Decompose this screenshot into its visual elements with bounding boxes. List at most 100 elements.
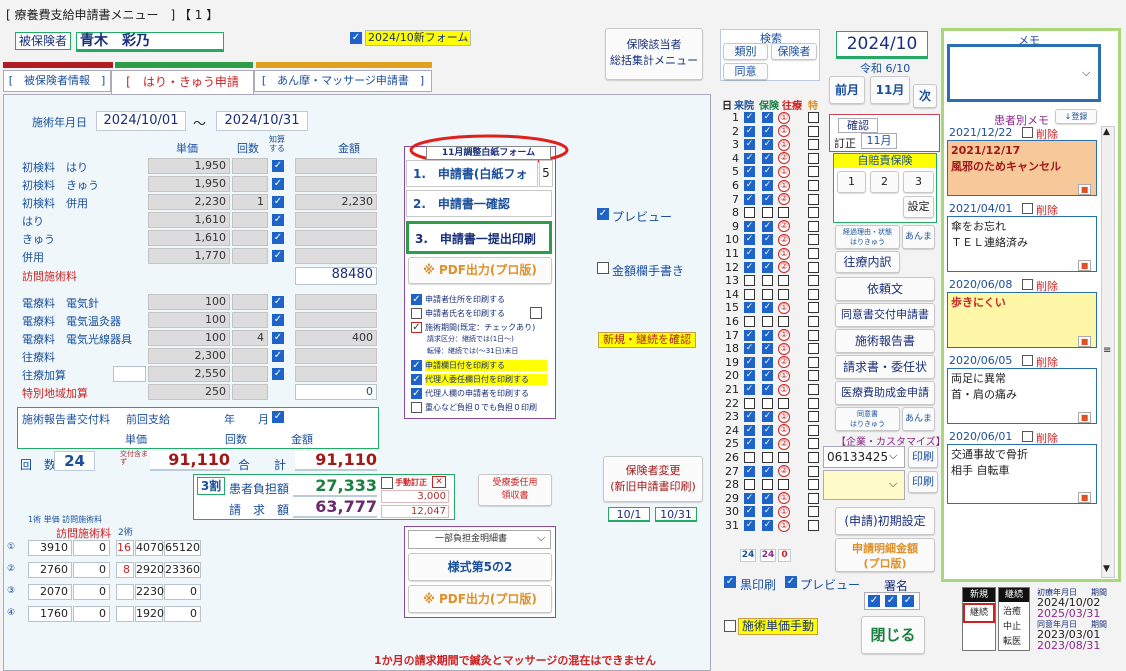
cal-ouryo-box[interactable] bbox=[778, 452, 789, 463]
keika-anma-button[interactable]: あんま bbox=[902, 225, 935, 249]
cal-special-box[interactable] bbox=[808, 452, 819, 463]
jibai-1-button[interactable]: 1 bbox=[837, 171, 866, 193]
visit-cell-c[interactable]: 8 bbox=[116, 562, 134, 578]
manual-value-1[interactable]: 3,000 bbox=[381, 490, 449, 503]
cal-insurance-checkbox[interactable] bbox=[762, 207, 773, 219]
scroll-up-icon[interactable]: ▲ bbox=[1103, 127, 1110, 137]
cal-visit-checkbox[interactable]: ✓ bbox=[744, 152, 755, 164]
cal-visit-checkbox[interactable]: ✓ bbox=[744, 193, 755, 205]
cal-insurance-checkbox[interactable]: ✓ bbox=[762, 506, 773, 518]
cal-insurance-checkbox[interactable] bbox=[762, 288, 773, 300]
manual-price-checkbox[interactable] bbox=[724, 620, 736, 632]
adjust-form-button[interactable]: 11月調整白紙フォーム bbox=[426, 146, 551, 160]
request-letter-button[interactable]: 依頼文 bbox=[835, 277, 935, 301]
cal-special-box[interactable] bbox=[808, 152, 819, 164]
elec-row-count[interactable] bbox=[232, 366, 268, 382]
outcome-continue[interactable]: 継続 bbox=[999, 588, 1029, 602]
cal-ouryo-mark[interactable]: ① bbox=[778, 165, 790, 178]
cal-insurance-checkbox[interactable]: ✓ bbox=[762, 520, 773, 531]
cal-ouryo-mark[interactable]: ② bbox=[778, 437, 790, 450]
tab-insured-info[interactable]: [ 被保険者情報 ] bbox=[3, 70, 111, 92]
cal-visit-checkbox[interactable]: ✓ bbox=[744, 112, 755, 123]
signature-checkbox-2[interactable]: ✓ bbox=[885, 595, 897, 607]
cal-insurance-checkbox[interactable] bbox=[762, 452, 773, 463]
burden-ratio[interactable]: 3割 bbox=[197, 477, 225, 495]
signature-checkbox-1[interactable]: ✓ bbox=[868, 595, 880, 607]
cal-insurance-checkbox[interactable]: ✓ bbox=[762, 193, 773, 205]
cal-ouryo-mark[interactable]: ② bbox=[778, 233, 790, 246]
cal-special-box[interactable] bbox=[808, 343, 819, 355]
date-start-button[interactable]: 10/1 bbox=[608, 507, 650, 522]
print-option-checkbox[interactable]: ✓ bbox=[411, 388, 422, 399]
jibai-settings-button[interactable]: 設定 bbox=[903, 196, 934, 218]
cal-insurance-checkbox[interactable]: ✓ bbox=[762, 139, 773, 151]
cal-ouryo-box[interactable] bbox=[778, 288, 789, 300]
print-option-checkbox[interactable] bbox=[411, 308, 422, 319]
cal-visit-checkbox[interactable]: ✓ bbox=[744, 166, 755, 178]
cal-visit-checkbox[interactable]: ✓ bbox=[744, 302, 755, 314]
cal-visit-checkbox[interactable]: ✓ bbox=[744, 329, 755, 341]
fee-row-checkbox[interactable]: ✓ bbox=[272, 232, 284, 244]
custom-print-button-1[interactable]: 印刷 bbox=[908, 446, 938, 468]
cal-insurance-checkbox[interactable]: ✓ bbox=[762, 370, 773, 382]
cal-insurance-checkbox[interactable]: ✓ bbox=[762, 261, 773, 273]
elec-row-checkbox[interactable]: ✓ bbox=[272, 368, 284, 380]
cal-ouryo-box[interactable] bbox=[778, 207, 789, 219]
fee-row-checkbox[interactable]: ✓ bbox=[272, 214, 284, 226]
cal-special-box[interactable] bbox=[808, 220, 819, 232]
cal-insurance-checkbox[interactable]: ✓ bbox=[762, 465, 773, 477]
cal-insurance-checkbox[interactable]: ✓ bbox=[762, 112, 773, 123]
cal-insurance-checkbox[interactable]: ✓ bbox=[762, 248, 773, 259]
cal-special-box[interactable] bbox=[808, 125, 819, 137]
jibai-2-button[interactable]: 2 bbox=[870, 171, 899, 193]
cal-special-box[interactable] bbox=[808, 139, 819, 151]
visit-cell-b[interactable]: 0 bbox=[73, 562, 110, 578]
cal-ouryo-mark[interactable]: ② bbox=[778, 356, 790, 369]
memo-edit-icon[interactable]: ■ bbox=[1078, 260, 1091, 271]
cal-visit-checkbox[interactable]: ✓ bbox=[744, 492, 755, 504]
insurer-change-button[interactable]: 保険者変更 (新旧申請書印刷) bbox=[603, 456, 703, 502]
report-checkbox[interactable]: ✓ bbox=[272, 411, 284, 423]
cal-visit-checkbox[interactable] bbox=[744, 275, 755, 287]
cal-ouryo-box[interactable] bbox=[778, 275, 789, 287]
blank-form-count[interactable]: 5 bbox=[539, 160, 553, 187]
outcome-stopped[interactable]: 中止 bbox=[1003, 619, 1021, 632]
print-option-checkbox[interactable]: ✓ bbox=[411, 322, 422, 333]
cal-special-box[interactable] bbox=[808, 465, 819, 477]
confirm-new-continue-label[interactable]: 新規・継続を確認 bbox=[598, 332, 696, 348]
manual-correct-close-icon[interactable]: ✕ bbox=[432, 476, 446, 488]
cal-visit-checkbox[interactable] bbox=[744, 397, 755, 409]
fee-row-count[interactable] bbox=[232, 230, 268, 246]
cal-special-box[interactable] bbox=[808, 329, 819, 341]
next-month-label-button[interactable]: 11月 bbox=[870, 76, 910, 104]
elec-row-count[interactable] bbox=[232, 294, 268, 310]
cal-visit-checkbox[interactable]: ✓ bbox=[744, 248, 755, 259]
elec-row-count[interactable] bbox=[232, 312, 268, 328]
cal-ouryo-mark[interactable]: ① bbox=[778, 329, 790, 342]
memo-edit-icon[interactable]: ■ bbox=[1078, 184, 1091, 195]
visit-cell-d[interactable]: 1920 bbox=[135, 606, 164, 622]
cal-special-box[interactable] bbox=[808, 112, 819, 123]
cal-ouryo-mark[interactable]: ① bbox=[778, 369, 790, 382]
visit-cell-c[interactable] bbox=[116, 606, 134, 622]
status-continue[interactable]: 継続 bbox=[963, 603, 995, 623]
close-button[interactable]: 閉じる bbox=[861, 616, 925, 654]
cal-special-box[interactable] bbox=[808, 438, 819, 450]
cal-insurance-checkbox[interactable]: ✓ bbox=[762, 329, 773, 341]
cal-insurance-checkbox[interactable]: ✓ bbox=[762, 234, 773, 246]
cal-ouryo-mark[interactable]: ① bbox=[778, 179, 790, 192]
print-option-checkbox[interactable]: ✓ bbox=[411, 374, 422, 385]
cal-ouryo-mark[interactable]: ② bbox=[778, 465, 790, 478]
visit-cell-e[interactable]: 65120 bbox=[164, 540, 201, 556]
cal-visit-checkbox[interactable]: ✓ bbox=[744, 384, 755, 395]
visit-cell-d[interactable]: 2920 bbox=[135, 562, 164, 578]
detail-amount-button[interactable]: 申請明細金額 (プロ版) bbox=[835, 538, 935, 572]
memo-delete-checkbox[interactable] bbox=[1022, 279, 1033, 290]
scroll-grip-icon[interactable]: ≡ bbox=[1103, 345, 1111, 356]
manual-value-2[interactable]: 12,047 bbox=[381, 505, 449, 518]
cal-ouryo-mark[interactable]: ① bbox=[778, 138, 790, 151]
memo-delete-checkbox[interactable] bbox=[1022, 203, 1033, 214]
visit-cell-b[interactable]: 0 bbox=[73, 540, 110, 556]
memo-text[interactable]: 傘をお忘れ ＴＥＬ連絡済み bbox=[947, 216, 1097, 272]
cal-visit-checkbox[interactable] bbox=[744, 316, 755, 327]
